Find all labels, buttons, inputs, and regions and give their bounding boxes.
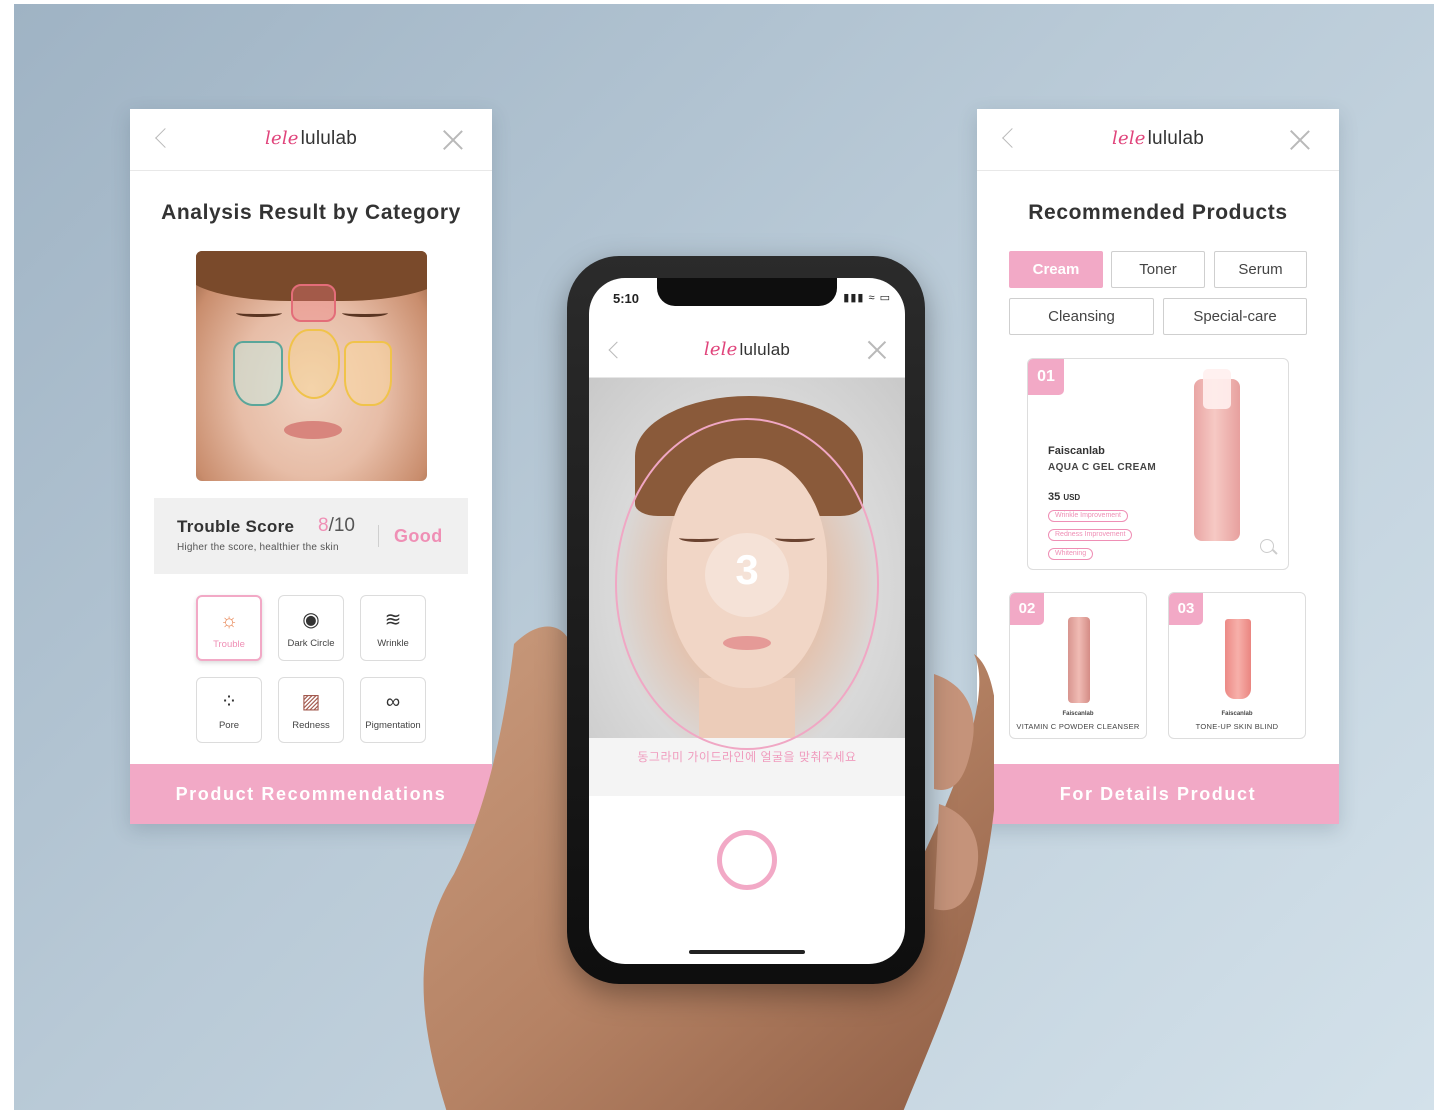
status-time: 5:10 [613, 291, 640, 306]
app-logo: lele lululab [1112, 128, 1204, 149]
category-grid: ☼ Trouble ◉ Dark Circle ≋ Wrinkle ⁘ Pore… [196, 595, 427, 745]
trouble-icon: ☼ [219, 610, 239, 632]
recommended-products-screen: lele lululab Recommended Products Cream T… [977, 109, 1339, 824]
product-image [1194, 369, 1240, 541]
app-logo: lele lululab [265, 128, 357, 149]
score-title: Trouble Score [177, 517, 295, 536]
app-logo: lele lululab [703, 339, 791, 360]
left-cheek-zone-overlay [233, 341, 283, 406]
home-indicator[interactable] [689, 950, 805, 954]
product-image [1068, 617, 1090, 703]
page-title: Analysis Result by Category [161, 201, 461, 224]
rank-badge: 02 [1010, 593, 1044, 625]
close-icon[interactable] [1289, 129, 1311, 151]
top-bar: lele lululab [130, 109, 492, 171]
rank-badge: 01 [1028, 359, 1064, 395]
forehead-zone-overlay [291, 284, 336, 322]
search-icon[interactable] [1260, 539, 1274, 553]
guide-instruction: 동그라미 가이드라인에 얼굴을 맞춰주세요 [637, 750, 857, 764]
product-tag: Whitening [1048, 548, 1094, 560]
product-image [1225, 619, 1251, 699]
product-brand: Faiscanlab [1048, 445, 1105, 457]
tab-serum[interactable]: Serum [1214, 251, 1307, 288]
countdown-number: 3 [735, 546, 759, 593]
status-icons: ▮▮▮ ≈ ▭ [843, 292, 891, 304]
tab-cream[interactable]: Cream [1009, 251, 1103, 288]
top-bar: lele lululab [977, 109, 1339, 171]
top-bar: lele lululab [589, 322, 905, 378]
product-tag: Redness Improvement [1048, 529, 1133, 541]
smartphone: 5:10 ▮▮▮ ≈ ▭ lele lululab 3 동그라미 가이드라인에 얼… [567, 256, 925, 984]
divider [378, 525, 379, 547]
trouble-score-panel: Trouble Score 8/10 Higher the score, hea… [154, 498, 468, 574]
face-analysis-image [196, 251, 427, 481]
product-name: VITAMIN C POWDER CLEANSER [1016, 722, 1140, 731]
product-name: AQUA C GEL CREAM [1048, 462, 1157, 473]
category-redness[interactable]: ▨ Redness [278, 677, 344, 743]
product-brand: Faiscanlab [1062, 711, 1094, 717]
tab-cleansing[interactable]: Cleansing [1009, 298, 1154, 335]
product-card-03[interactable]: 03 Faiscanlab TONE-UP SKIN BLIND [1168, 592, 1306, 739]
tab-special-care[interactable]: Special-care [1163, 298, 1307, 335]
tab-toner[interactable]: Toner [1111, 251, 1205, 288]
product-brand: Faiscanlab [1221, 711, 1253, 717]
product-name: TONE-UP SKIN BLIND [1195, 722, 1279, 731]
shutter-button[interactable] [717, 830, 777, 890]
close-icon[interactable] [867, 340, 887, 360]
details-product-button[interactable]: For Details Product [977, 764, 1339, 824]
mockup-background: lele lululab Analysis Result by Category … [14, 4, 1434, 1110]
score-subtitle: Higher the score, healthier the skin [177, 542, 339, 553]
pore-icon: ⁘ [220, 691, 238, 713]
product-card-02[interactable]: 02 Faiscanlab VITAMIN C POWDER CLEANSER [1009, 592, 1147, 739]
category-dark-circle[interactable]: ◉ Dark Circle [278, 595, 344, 661]
product-price: 35 USD [1048, 491, 1081, 503]
score-grade: Good [394, 526, 443, 546]
right-cheek-zone-overlay [344, 341, 392, 406]
camera-capture-screen: 5:10 ▮▮▮ ≈ ▭ lele lululab 3 동그라미 가이드라인에 얼… [589, 278, 905, 964]
product-card-01[interactable]: 01 Faiscanlab AQUA C GEL CREAM 35 USD Wr… [1027, 358, 1289, 570]
close-icon[interactable] [442, 129, 464, 151]
product-tag: Wrinkle Improvement [1048, 510, 1129, 522]
category-pore[interactable]: ⁘ Pore [196, 677, 262, 743]
category-trouble[interactable]: ☼ Trouble [196, 595, 262, 661]
page-title: Recommended Products [1028, 201, 1288, 224]
redness-icon: ▨ [301, 691, 321, 713]
score-value: 8/10 [318, 515, 355, 536]
dark-circle-icon: ◉ [302, 609, 320, 631]
rank-badge: 03 [1169, 593, 1203, 625]
phone-notch [657, 278, 837, 306]
nose-zone-overlay [288, 329, 340, 399]
